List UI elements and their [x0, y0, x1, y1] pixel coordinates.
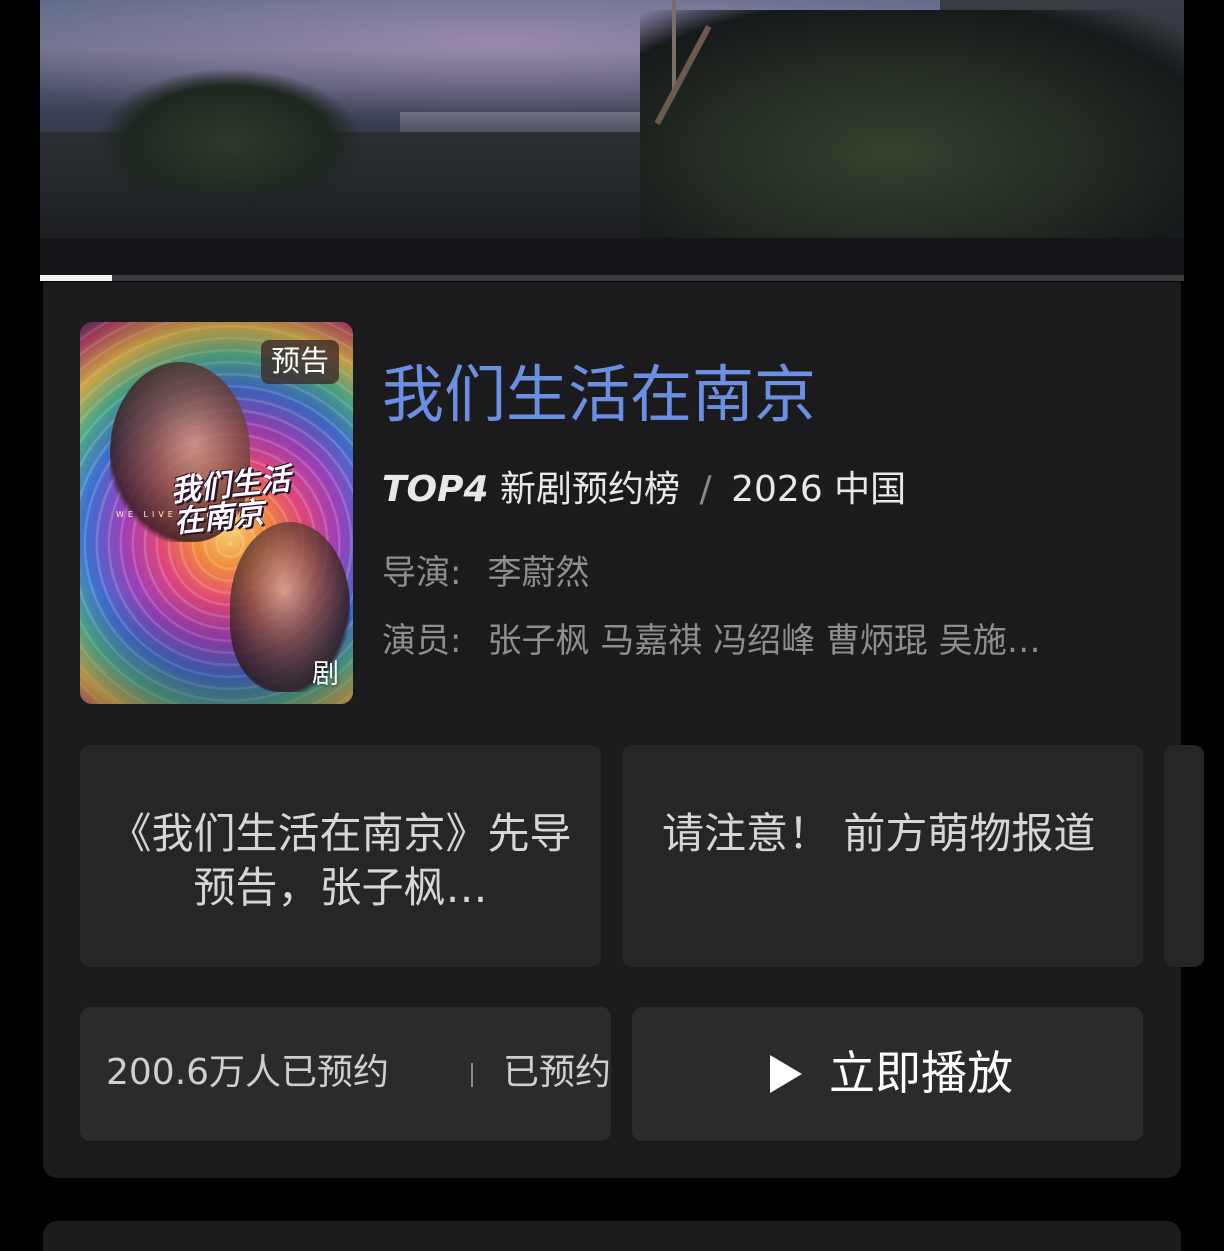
video-frame-trees — [640, 10, 1184, 270]
cast-label: 演员: — [382, 621, 462, 661]
related-video-card-partial[interactable] — [1164, 745, 1204, 967]
show-meta: TOP4 新剧预约榜 / 2026 中国 — [382, 468, 906, 512]
video-progress-bar[interactable] — [40, 275, 1184, 281]
reservation-divider — [471, 1063, 473, 1087]
director-name: 李蔚然 — [487, 553, 590, 593]
reservation-count: 200.6万人已预约 — [106, 1052, 390, 1093]
rank-label[interactable]: TOP4 — [382, 469, 489, 510]
related-video-card[interactable]: 请注意！ 前方萌物报道 — [622, 745, 1143, 967]
video-frame-pole — [672, 0, 676, 90]
video-player[interactable] — [40, 0, 1184, 278]
show-poster[interactable]: WE LIVE IN NANJING 我们生活在南京 预告 剧 — [80, 322, 353, 704]
reservation-state[interactable]: 已预约 — [503, 1051, 611, 1095]
show-title[interactable]: 我们生活在南京 — [382, 358, 816, 432]
preview-badge: 预告 — [260, 340, 339, 384]
video-frame-foliage — [100, 70, 360, 190]
related-video-title: 请注意！ 前方萌物报道 — [662, 809, 1096, 858]
next-card-top — [43, 1221, 1181, 1251]
type-badge: 剧 — [312, 659, 339, 690]
rank-list-label[interactable]: 新剧预约榜 — [500, 469, 680, 510]
cast-names: 张子枫 马嘉祺 冯绍峰 曹炳琨 吴施… — [487, 621, 1041, 661]
video-frame-floor — [40, 238, 1184, 278]
related-video-card[interactable]: 《我们生活在南京》先导预告，张子枫… — [80, 745, 601, 967]
show-info-card: WE LIVE IN NANJING 我们生活在南京 预告 剧 我们生活在南京 … — [43, 282, 1204, 1178]
poster-logo: 我们生活在南京 — [168, 461, 292, 541]
cast-line: 演员: 张子枫 马嘉祺 冯绍峰 曹炳琨 吴施… — [382, 620, 1041, 662]
reservation-box[interactable]: 200.6万人已预约 已预约 — [80, 1007, 611, 1141]
director-line: 导演: 李蔚然 — [382, 552, 589, 594]
play-icon — [770, 1055, 802, 1093]
play-now-button[interactable]: 立即播放 — [632, 1007, 1143, 1141]
play-now-label: 立即播放 — [829, 1046, 1013, 1100]
related-video-title: 《我们生活在南京》先导预告，张子枫… — [109, 809, 572, 912]
director-label: 导演: — [382, 553, 462, 593]
year-region: 2026 中国 — [731, 469, 907, 510]
meta-separator: / — [699, 469, 712, 510]
video-progress-fill — [40, 275, 113, 281]
